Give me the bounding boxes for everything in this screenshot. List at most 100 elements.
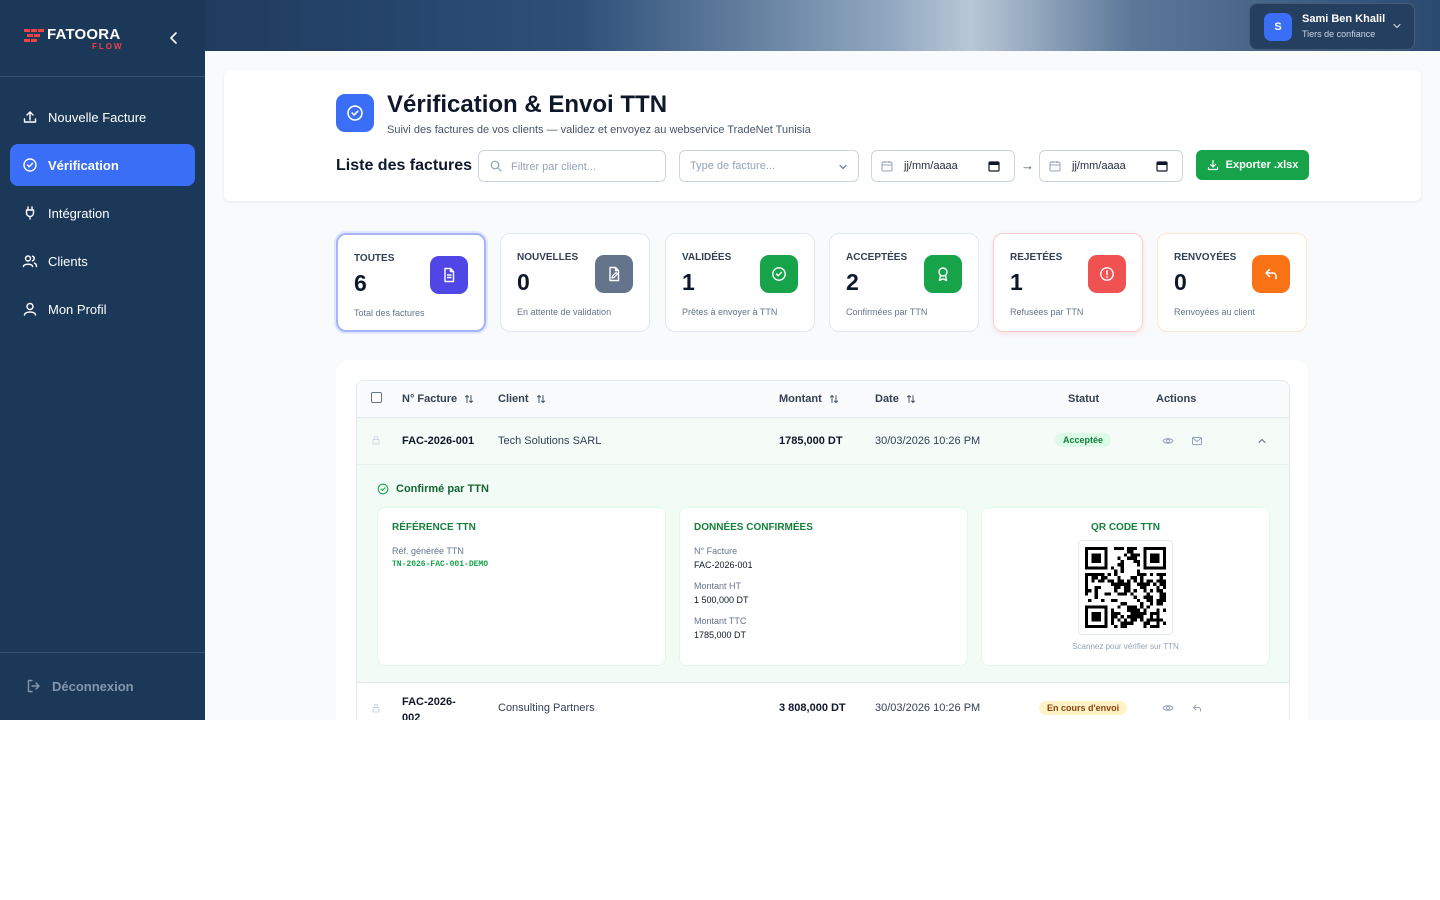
stat-card-all[interactable]: TOUTES 6 Total des factures <box>336 233 486 332</box>
qr-module <box>1085 592 1089 596</box>
qr-module <box>1143 595 1147 599</box>
qr-module <box>1159 547 1163 551</box>
qr-module <box>1156 589 1160 593</box>
qr-module <box>1104 624 1108 628</box>
col-label: Client <box>498 393 529 405</box>
qr-module <box>1143 563 1147 567</box>
card-title: QR CODE TTN <box>1091 522 1160 533</box>
reply-icon <box>1265 268 1277 280</box>
qr-module <box>1085 589 1089 593</box>
qr-module <box>1097 615 1102 619</box>
sidebar-item-mon-profil[interactable]: Mon Profil <box>10 288 195 330</box>
qr-module <box>1146 579 1150 583</box>
qr-module <box>1127 547 1131 551</box>
qr-module <box>1140 579 1144 583</box>
stat-card-accepted[interactable]: ACCEPTÉES 2 Confirmées par TTN <box>829 233 979 332</box>
qr-module <box>1104 576 1108 580</box>
qr-module <box>1156 598 1160 603</box>
qr-module <box>1140 576 1144 580</box>
sort-icon <box>536 395 545 403</box>
qr-module <box>1097 618 1102 622</box>
qr-module <box>1143 547 1147 551</box>
qr-module <box>1127 615 1131 619</box>
qr-module <box>1120 563 1124 567</box>
qr-module <box>1085 547 1089 551</box>
qr-module <box>1091 559 1095 564</box>
qr-module <box>1094 592 1098 596</box>
brand-logo[interactable]: FATOORA FLOW <box>24 26 134 52</box>
invoice-detail-panel: Confirmé par TTN RÉFÉRENCE TTN Réf. géné… <box>357 464 1289 683</box>
stat-desc: Prêtes à envoyer à TTN <box>682 307 778 317</box>
sidebar-item-integration[interactable]: Intégration <box>10 192 195 234</box>
sidebar-item-nouvelle-facture[interactable]: Nouvelle Facture <box>10 96 195 138</box>
export-button[interactable]: Exporter .xlsx <box>1196 150 1309 180</box>
qr-module <box>1159 579 1163 583</box>
qr-module <box>1140 585 1144 590</box>
invoice-type-select[interactable]: Type de facture... <box>679 150 859 182</box>
qr-module <box>1156 553 1160 557</box>
col-number-header[interactable]: N° Facture <box>402 393 474 405</box>
reply-icon[interactable] <box>1191 702 1203 714</box>
date-to-field[interactable]: jj/mm/aaaa <box>1039 150 1183 182</box>
amount-ht-value: 1 500,000 DT <box>694 595 749 605</box>
sidebar-item-clients[interactable]: Clients <box>10 240 195 282</box>
col-amount-header[interactable]: Montant <box>779 393 839 405</box>
qr-module <box>1088 547 1092 551</box>
mail-icon[interactable] <box>1191 435 1203 447</box>
qr-module <box>1117 579 1121 583</box>
stat-card-returned[interactable]: RENVOYÉES 0 Renvoyées au client <box>1157 233 1307 332</box>
logout-button[interactable]: Déconnexion <box>26 678 134 694</box>
qr-module <box>1110 582 1115 586</box>
qr-module <box>1143 582 1147 586</box>
qr-module <box>1149 556 1154 560</box>
qr-module <box>1117 582 1121 586</box>
user-menu[interactable]: S Sami Ben Khalil Tiers de confiance <box>1249 3 1415 50</box>
table-row[interactable]: FAC-2026-001 Tech Solutions SARL 1785,00… <box>357 418 1289 464</box>
qr-module <box>1110 579 1115 583</box>
qr-module <box>1153 559 1157 564</box>
qr-module <box>1156 585 1160 590</box>
qr-module <box>1088 589 1092 593</box>
stat-card-validated[interactable]: VALIDÉES 1 Prêtes à envoyer à TTN <box>665 233 815 332</box>
stat-value: 6 <box>354 270 367 296</box>
qr-module <box>1133 589 1137 593</box>
sidebar-divider-bottom <box>0 652 205 653</box>
qr-module <box>1162 556 1166 560</box>
table-row[interactable]: FAC-2026-002 Consulting Partners 3 808,0… <box>357 682 1289 720</box>
stat-card-new[interactable]: NOUVELLES 0 En attente de validation <box>500 233 650 332</box>
select-all-checkbox[interactable] <box>371 392 382 403</box>
col-date-header[interactable]: Date <box>875 393 916 405</box>
user-name: Sami Ben Khalil <box>1302 13 1386 25</box>
calendar-picker-icon[interactable] <box>988 160 1000 172</box>
qr-module <box>1114 611 1118 616</box>
qr-module <box>1156 559 1160 564</box>
chevron-up-icon[interactable] <box>1256 435 1268 447</box>
chevron-down-icon <box>839 164 847 170</box>
qr-module <box>1091 579 1095 583</box>
eye-icon[interactable] <box>1162 702 1174 714</box>
col-client-header[interactable]: Client <box>498 393 546 405</box>
sidebar-item-verification[interactable]: Vérification <box>10 144 195 186</box>
qr-module <box>1136 615 1141 619</box>
calendar-picker-icon[interactable] <box>1156 160 1168 172</box>
qr-module <box>1136 572 1141 577</box>
qr-module <box>1133 576 1137 580</box>
qr-module <box>1091 624 1095 628</box>
qr-module <box>1156 547 1160 551</box>
chevron-left-icon[interactable] <box>166 30 182 46</box>
search-input[interactable] <box>509 157 658 177</box>
qr-module <box>1123 618 1128 622</box>
date-from-field[interactable]: jj/mm/aaaa <box>871 150 1015 182</box>
qr-module <box>1153 611 1157 616</box>
date-from-value: jj/mm/aaaa <box>904 160 958 172</box>
qr-module <box>1094 611 1098 616</box>
stat-card-rejected[interactable]: REJETÉES 1 Refusées par TTN <box>993 233 1143 332</box>
qr-module <box>1153 553 1157 557</box>
user-icon <box>23 302 37 316</box>
qr-module <box>1162 553 1166 557</box>
qr-module <box>1110 615 1115 619</box>
qr-module <box>1127 579 1131 583</box>
eye-icon[interactable] <box>1162 435 1174 447</box>
qr-module <box>1159 589 1163 593</box>
client-filter <box>478 150 666 182</box>
